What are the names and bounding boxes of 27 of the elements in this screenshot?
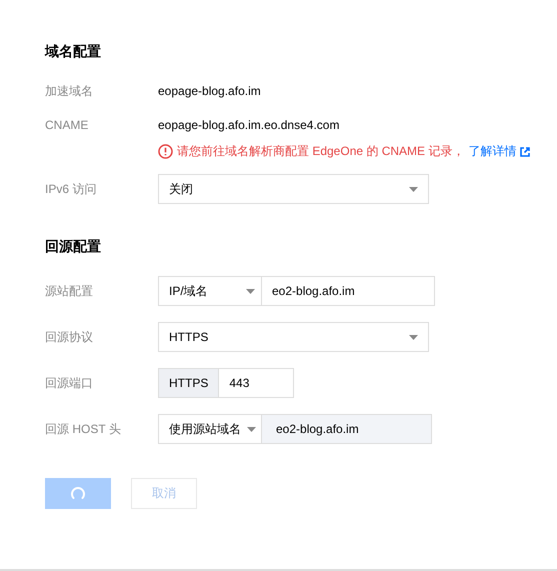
dropdown[interactable]: 关闭 <box>158 174 429 204</box>
field-label: 回源 HOST 头 <box>45 421 122 438</box>
field-label: IPv6 访问 <box>45 181 98 198</box>
learn-more-link[interactable]: 了解详情 <box>468 143 530 160</box>
input-field[interactable]: 443 <box>219 368 294 398</box>
field-label: 源站配置 <box>45 283 94 300</box>
dropdown[interactable]: 使用源站域名 <box>158 414 262 444</box>
section-title: 回源配置 <box>45 238 102 256</box>
field-label: 回源端口 <box>45 375 94 392</box>
caret-icon <box>247 426 256 432</box>
external-link-icon <box>520 146 530 156</box>
warning-message: 请您前往域名解析商配置 EdgeOne 的 CNAME 记录， <box>177 143 464 160</box>
section-title: 域名配置 <box>45 43 102 61</box>
field-label: 回源协议 <box>45 329 94 346</box>
dropdown[interactable]: HTTPS <box>158 322 429 352</box>
caret-icon <box>246 288 255 294</box>
field-label: 加速域名 <box>45 83 94 100</box>
input-field[interactable]: eo2-blog.afo.im <box>262 276 435 306</box>
caret-icon <box>409 186 418 192</box>
field-value: eopage-blog.afo.im <box>158 83 262 100</box>
warning-icon <box>158 144 173 159</box>
caret-icon <box>409 334 418 340</box>
input-addon: HTTPS <box>158 368 220 398</box>
field-value: eopage-blog.afo.im.eo.dnse4.com <box>158 117 340 134</box>
field-label: CNAME <box>45 117 90 134</box>
input-field[interactable]: eo2-blog.afo.im <box>262 414 432 444</box>
dropdown[interactable]: IP/域名 <box>158 276 262 306</box>
